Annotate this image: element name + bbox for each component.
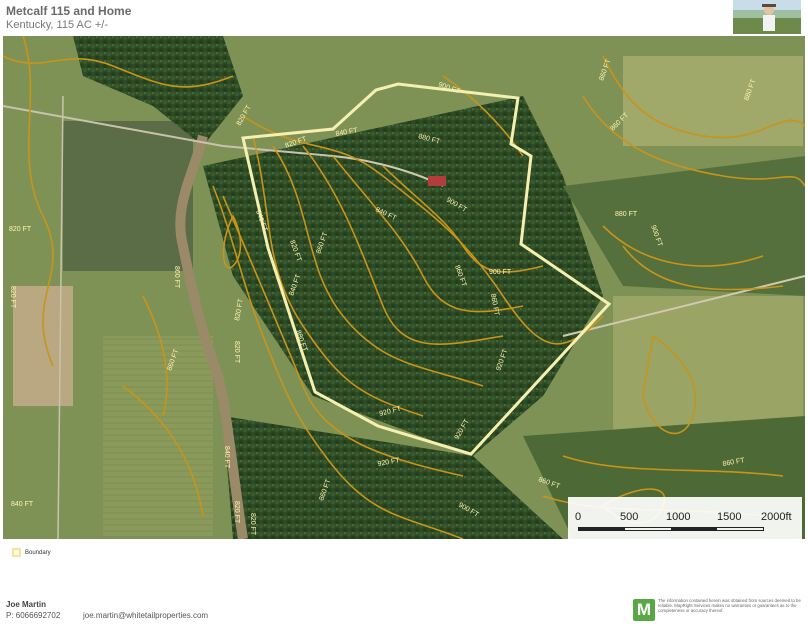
contour-label: 820 FT [249, 513, 256, 536]
legend-boundary-label: Boundary [25, 549, 51, 556]
scale-segment [579, 528, 625, 530]
scale-bar: 0 500 1000 1500 2000ft [568, 497, 802, 539]
legend: Boundary [12, 548, 51, 557]
contour-label: 840 FT [11, 501, 34, 508]
mapright-logo: M [633, 599, 655, 621]
scale-label: 2000ft [761, 511, 792, 523]
scale-labels: 0 500 1000 1500 2000ft [568, 511, 802, 525]
contour-label: 880 FT [615, 211, 638, 218]
field-bare [13, 286, 73, 406]
agent-name: Joe Martin [6, 600, 47, 609]
scale-label: 1500 [717, 511, 742, 523]
header: Metcalf 115 and Home Kentucky, 115 AC +/… [0, 0, 808, 36]
scale-label: 0 [575, 511, 582, 523]
contour-label: 820 FT [9, 286, 16, 309]
home-roof [428, 176, 446, 186]
contour-label: 820 FT [233, 341, 240, 364]
field-crop [103, 336, 213, 536]
contour-label: 860 FT [173, 266, 180, 289]
agent-phone: P: 6066692702 [6, 611, 61, 620]
contour-label: 900 FT [489, 269, 512, 276]
contour-label: 840 FT [223, 446, 230, 469]
agent-email[interactable]: joe.martin@whitetailproperties.com [83, 611, 208, 620]
contour-label: 820 FT [233, 501, 240, 524]
agent-photo [733, 0, 801, 34]
aerial-map[interactable]: 820 FT 840 FT 880 FT 900 FT 900 FT 840 F… [3, 36, 805, 539]
scale-segment [671, 528, 717, 530]
field-pasture-ne [623, 56, 803, 146]
field-dark [63, 121, 193, 271]
scale-label: 1000 [666, 511, 691, 523]
page-title: Metcalf 115 and Home [6, 4, 132, 18]
contour-label: 820 FT [9, 226, 32, 233]
page-subtitle: Kentucky, 115 AC +/- [6, 19, 109, 31]
scale-label: 500 [620, 511, 639, 523]
disclaimer-text: The information contained herein was obt… [658, 598, 801, 613]
boundary-legend-swatch [12, 548, 21, 557]
scale-line [578, 527, 764, 531]
